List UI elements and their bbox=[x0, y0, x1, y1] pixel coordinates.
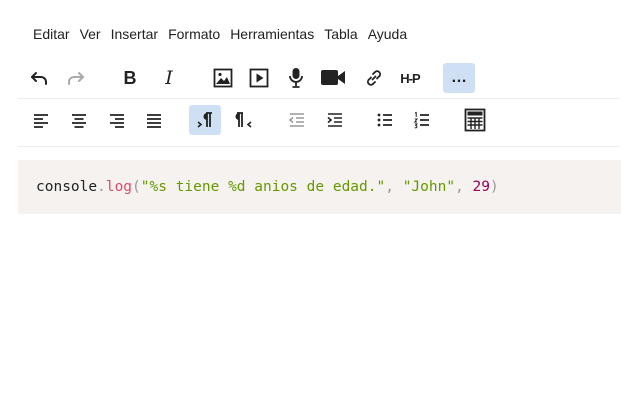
align-justify-button[interactable] bbox=[138, 105, 170, 135]
align-right-icon bbox=[110, 114, 124, 128]
calculator-button[interactable] bbox=[459, 105, 491, 135]
undo-icon bbox=[31, 72, 47, 85]
code-token-dot: . bbox=[97, 179, 106, 195]
align-left-button[interactable] bbox=[25, 105, 57, 135]
ltr-icon bbox=[197, 112, 212, 128]
code-block[interactable]: console.log("%s tiene %d anios de edad."… bbox=[18, 160, 621, 214]
rtl-icon bbox=[235, 112, 252, 128]
code-token-open-paren: ( bbox=[132, 179, 141, 195]
microphone-icon bbox=[289, 68, 303, 88]
numbered-list-button[interactable] bbox=[406, 105, 438, 135]
insert-media-button[interactable] bbox=[243, 63, 275, 93]
h5p-button[interactable]: H-P bbox=[394, 63, 426, 93]
outdent-icon bbox=[288, 113, 304, 127]
more-label: … bbox=[451, 69, 467, 86]
insert-link-button[interactable] bbox=[358, 63, 390, 93]
code-token-close-paren: ) bbox=[490, 179, 499, 195]
menu-bar: Editar Ver Insertar Formato Herramientas… bbox=[33, 24, 417, 44]
menu-herramientas[interactable]: Herramientas bbox=[230, 24, 314, 44]
undo-button[interactable] bbox=[23, 63, 55, 93]
code-token-format-string: "%s tiene %d anios de edad." bbox=[140, 179, 386, 195]
h5p-label: H-P bbox=[400, 70, 420, 86]
align-center-button[interactable] bbox=[63, 105, 95, 135]
ltr-button[interactable] bbox=[189, 105, 221, 135]
indent-button[interactable] bbox=[319, 105, 351, 135]
align-right-button[interactable] bbox=[101, 105, 133, 135]
bullet-list-button[interactable] bbox=[369, 105, 401, 135]
menu-formato[interactable]: Formato bbox=[168, 24, 220, 44]
code-token-console: console bbox=[36, 179, 98, 195]
code-token-log: log bbox=[105, 179, 133, 195]
menu-editar[interactable]: Editar bbox=[33, 24, 70, 44]
record-audio-button[interactable] bbox=[280, 63, 312, 93]
code-token-comma-2: , bbox=[455, 179, 473, 195]
italic-label: I bbox=[165, 67, 173, 89]
more-button[interactable]: … bbox=[443, 63, 475, 93]
video-camera-icon bbox=[321, 70, 345, 85]
bold-button[interactable]: B bbox=[114, 63, 146, 93]
code-token-number: 29 bbox=[472, 179, 491, 195]
calculator-icon bbox=[464, 108, 486, 132]
code-token-name-string: "John" bbox=[402, 179, 456, 195]
image-icon bbox=[213, 68, 233, 88]
bullet-list-icon bbox=[377, 113, 392, 127]
redo-button[interactable] bbox=[60, 63, 92, 93]
outdent-button[interactable] bbox=[281, 105, 313, 135]
rtl-button[interactable] bbox=[228, 105, 260, 135]
link-icon bbox=[367, 70, 381, 86]
align-center-icon bbox=[72, 114, 86, 128]
code-token-comma-1: , bbox=[385, 179, 403, 195]
menu-ayuda[interactable]: Ayuda bbox=[368, 24, 407, 44]
bold-label: B bbox=[123, 67, 137, 88]
align-justify-icon bbox=[147, 114, 161, 128]
numbered-list-icon bbox=[413, 111, 429, 129]
align-left-icon bbox=[34, 114, 48, 128]
indent-icon bbox=[327, 113, 342, 127]
menu-ver[interactable]: Ver bbox=[80, 24, 101, 44]
media-icon bbox=[249, 68, 269, 88]
insert-image-button[interactable] bbox=[207, 63, 239, 93]
menu-tabla[interactable]: Tabla bbox=[324, 24, 357, 44]
menu-insertar[interactable]: Insertar bbox=[111, 24, 158, 44]
italic-button[interactable]: I bbox=[153, 63, 185, 93]
redo-icon bbox=[68, 72, 84, 85]
record-video-button[interactable] bbox=[317, 63, 349, 93]
toolbar-divider bbox=[18, 98, 620, 99]
